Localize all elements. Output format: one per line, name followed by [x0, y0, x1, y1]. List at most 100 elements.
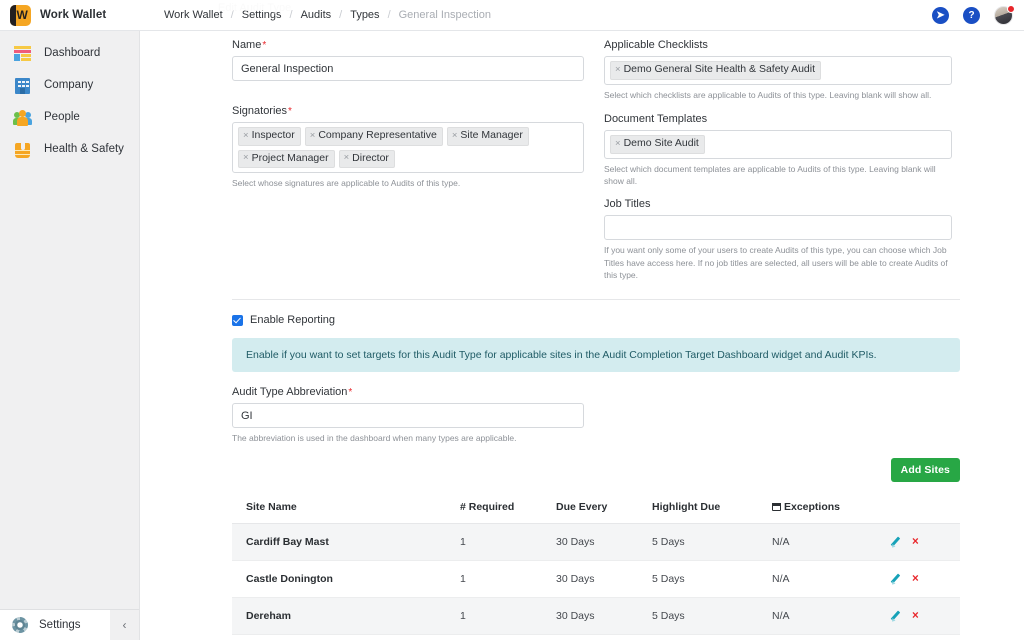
- breadcrumb-item-work-wallet[interactable]: Work Wallet: [163, 9, 224, 21]
- required-marker: *: [348, 387, 353, 399]
- cell-required: 1: [460, 523, 556, 562]
- help-icon[interactable]: ?: [963, 6, 980, 24]
- tag-label: Site Manager: [460, 129, 523, 141]
- tag-chip[interactable]: × Director: [338, 149, 395, 169]
- top-bar-actions: ➤ ?: [932, 4, 1024, 25]
- tag-chip[interactable]: × Demo Site Audit: [610, 134, 705, 154]
- form-columns: Name* General Inspection Signatories* × I…: [156, 39, 1024, 281]
- templates-label: Document Templates: [604, 112, 708, 125]
- tag-remove-icon[interactable]: ×: [615, 64, 621, 76]
- pencil-icon[interactable]: [890, 611, 901, 622]
- cell-due-every: 30 Days: [556, 523, 652, 562]
- delete-x-icon[interactable]: ×: [912, 536, 919, 549]
- column-header-exceptions[interactable]: Exceptions: [772, 495, 890, 525]
- cell-due-every: 30 Days: [556, 560, 652, 599]
- abbreviation-label: Audit Type Abbreviation*: [232, 386, 1024, 398]
- column-header-required[interactable]: # Required: [460, 495, 556, 525]
- logo-letter: W: [16, 8, 28, 22]
- field-document-templates: Document Templates × Demo Site Audit Sele…: [604, 113, 952, 187]
- tag-remove-icon[interactable]: ×: [452, 130, 458, 142]
- tag-remove-icon[interactable]: ×: [344, 152, 350, 164]
- templates-tag-input[interactable]: × Demo Site Audit: [604, 129, 952, 159]
- table-row[interactable]: Eversley Quarry 1 30 Days 5 Days N/A ×: [232, 634, 960, 640]
- signatories-label: Signatories*: [232, 105, 584, 117]
- table-row[interactable]: Cardiff Bay Mast 1 30 Days 5 Days N/A ×: [232, 523, 960, 562]
- breadcrumb-item-current: General Inspection: [398, 9, 491, 21]
- sidebar-item-company[interactable]: Company: [0, 69, 139, 101]
- name-input[interactable]: General Inspection: [232, 56, 584, 81]
- delete-x-icon[interactable]: ×: [912, 610, 919, 623]
- audit-type-form: Name* General Inspection Signatories* × I…: [156, 31, 1024, 640]
- column-header-due-every[interactable]: Due Every: [556, 495, 652, 525]
- job-titles-tag-input[interactable]: [604, 215, 952, 241]
- sites-table: Site Name # Required Due Every Highlight…: [232, 495, 960, 640]
- sidebar-item-label: People: [44, 111, 80, 123]
- column-header-site-name[interactable]: Site Name: [232, 495, 460, 525]
- signatories-help-text: Select whose signatures are applicable t…: [232, 178, 461, 189]
- add-sites-row: Add Sites: [156, 458, 1024, 483]
- field-name: Name* General Inspection: [232, 39, 584, 81]
- cell-site-name: Eversley Quarry: [232, 634, 460, 640]
- table-row[interactable]: Castle Donington 1 30 Days 5 Days N/A ×: [232, 560, 960, 599]
- tag-chip[interactable]: × Company Representative: [304, 127, 443, 146]
- enable-reporting-row[interactable]: Enable Reporting: [156, 314, 1024, 326]
- cell-exceptions: N/A: [772, 560, 890, 599]
- breadcrumb: Edit Audit Type Work Wallet / Settings /…: [163, 2, 492, 21]
- breadcrumb-separator: /: [339, 9, 343, 21]
- cell-due-every: 30 Days: [556, 634, 652, 640]
- pencil-icon[interactable]: [890, 574, 901, 585]
- tag-remove-icon[interactable]: ×: [243, 130, 249, 142]
- sites-table-head: Site Name # Required Due Every Highlight…: [232, 495, 960, 525]
- cell-actions: ×: [890, 597, 960, 636]
- sidebar-nav-list: Dashboard Company People Health & Safety: [0, 31, 139, 609]
- breadcrumb-item-types[interactable]: Types: [349, 9, 380, 21]
- paper-plane-icon[interactable]: ➤: [932, 6, 949, 24]
- tag-label: Project Manager: [251, 151, 329, 164]
- sidebar-item-health-and-safety[interactable]: Health & Safety: [0, 133, 139, 165]
- cell-highlight-due: 5 Days: [652, 523, 772, 562]
- enable-reporting-checkbox[interactable]: [232, 314, 243, 326]
- signatories-tag-input[interactable]: × Inspector × Company Representative × Site…: [232, 122, 584, 174]
- tag-remove-icon[interactable]: ×: [310, 130, 316, 142]
- checklists-label: Applicable Checklists: [604, 39, 708, 51]
- breadcrumb-item-settings[interactable]: Settings: [241, 9, 283, 21]
- delete-x-icon[interactable]: ×: [912, 573, 919, 586]
- main-content: Name* General Inspection Signatories* × I…: [156, 31, 1024, 640]
- sidebar: Dashboard Company People Health & Safety…: [0, 31, 140, 640]
- sidebar-footer: Settings ‹: [0, 609, 139, 640]
- signatories-label-text: Signatories: [232, 105, 288, 117]
- tag-chip[interactable]: × Site Manager: [446, 127, 529, 146]
- checklists-tag-input[interactable]: × Demo General Site Health & Safety Audit: [604, 56, 952, 85]
- cell-required: 1: [460, 634, 556, 640]
- table-row[interactable]: Dereham 1 30 Days 5 Days N/A ×: [232, 597, 960, 636]
- sidebar-item-settings[interactable]: Settings: [0, 609, 110, 640]
- add-sites-button[interactable]: Add Sites: [890, 458, 960, 483]
- tag-remove-icon[interactable]: ×: [615, 138, 621, 150]
- sidebar-collapse-button[interactable]: ‹: [110, 609, 139, 640]
- brand-logo-area[interactable]: W Work Wallet: [0, 0, 140, 31]
- tag-remove-icon[interactable]: ×: [243, 152, 249, 164]
- pencil-icon[interactable]: [890, 537, 901, 548]
- brand-name: Work Wallet: [40, 9, 107, 21]
- breadcrumb-separator: /: [289, 9, 293, 21]
- name-input-value: General Inspection: [241, 62, 334, 75]
- sidebar-item-dashboard[interactable]: Dashboard: [0, 37, 139, 69]
- tag-chip[interactable]: × Inspector: [238, 127, 301, 146]
- cell-site-name: Dereham: [232, 597, 460, 636]
- building-icon: [12, 75, 33, 96]
- work-wallet-logo-icon: W: [10, 4, 31, 26]
- tag-chip[interactable]: × Project Manager: [238, 149, 335, 169]
- abbreviation-input[interactable]: GI: [232, 403, 584, 429]
- breadcrumb-item-audits[interactable]: Audits: [300, 9, 333, 21]
- column-header-actions: [890, 495, 960, 525]
- tag-label: Director: [352, 151, 389, 164]
- cell-site-name: Castle Donington: [232, 560, 460, 599]
- field-job-titles: Job Titles If you want only some of your…: [604, 198, 952, 281]
- avatar[interactable]: [994, 4, 1015, 25]
- templates-help-text: Select which document templates are appl…: [604, 163, 936, 186]
- tag-label: Demo Site Audit: [623, 136, 699, 149]
- cell-actions: ×: [890, 560, 960, 599]
- tag-chip[interactable]: × Demo General Site Health & Safety Audit: [610, 61, 821, 80]
- sidebar-item-people[interactable]: People: [0, 101, 139, 133]
- column-header-highlight-due[interactable]: Highlight Due: [652, 495, 772, 525]
